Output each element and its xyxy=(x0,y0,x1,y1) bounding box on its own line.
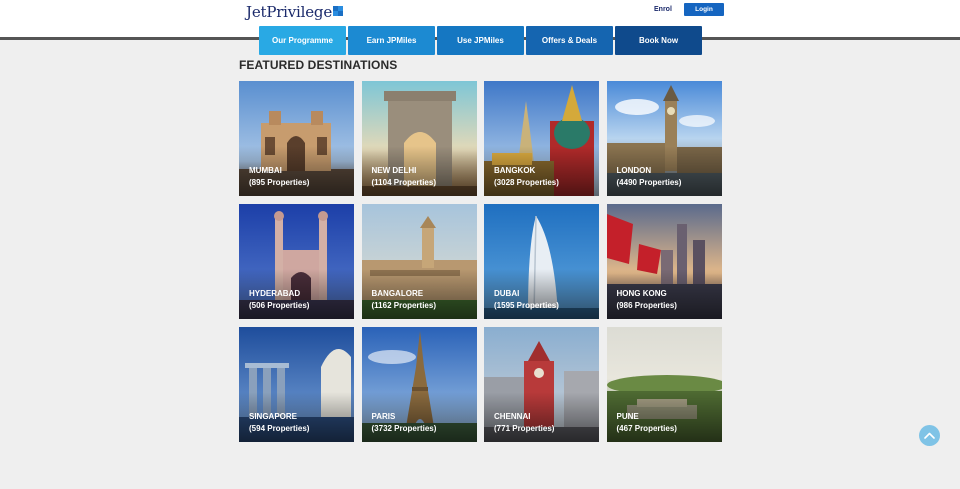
destination-city: PUNE xyxy=(616,412,639,421)
jetprivilege-logo-icon xyxy=(333,6,344,16)
destination-properties: (895 Properties) xyxy=(249,178,310,187)
destination-city: HONG KONG xyxy=(616,289,667,298)
destination-properties: (986 Properties) xyxy=(616,301,677,310)
login-button[interactable]: Login xyxy=(684,3,724,16)
destination-properties: (1104 Properties) xyxy=(371,178,436,187)
destinations-grid: MUMBAI (895 Properties) NEW DELHI (1104 … xyxy=(239,81,722,442)
destination-city: BANGALORE xyxy=(371,289,424,298)
main-nav: Our Programme Earn JPMiles Use JPMiles O… xyxy=(259,26,702,55)
nav-book-now[interactable]: Book Now xyxy=(615,26,702,55)
destination-tile-hong-kong[interactable]: HONG KONG (986 Properties) xyxy=(606,204,722,319)
destination-city: DUBAI xyxy=(494,289,520,298)
nav-our-programme[interactable]: Our Programme xyxy=(259,26,346,55)
destination-city: LONDON xyxy=(616,166,652,175)
logo-text: JetPrivilege xyxy=(246,3,333,21)
destination-city: CHENNAI xyxy=(494,412,531,421)
destination-properties: (467 Properties) xyxy=(616,424,677,433)
destination-properties: (3732 Properties) xyxy=(371,424,437,433)
destination-tile-paris[interactable]: PARIS (3732 Properties) xyxy=(361,327,477,442)
destination-tile-singapore[interactable]: SINGAPORE (594 Properties) xyxy=(239,327,354,442)
destination-tile-pune[interactable]: PUNE (467 Properties) xyxy=(606,327,722,442)
jetprivilege-logo[interactable]: JetPrivilege xyxy=(246,3,344,21)
destination-properties: (3028 Properties) xyxy=(494,178,559,187)
destination-tile-hyderabad[interactable]: HYDERABAD (506 Properties) xyxy=(239,204,354,319)
destination-tile-dubai[interactable]: DUBAI (1595 Properties) xyxy=(484,204,599,319)
destination-properties: (506 Properties) xyxy=(249,301,310,310)
destination-properties: (4490 Properties) xyxy=(616,178,682,187)
destination-tile-bangalore[interactable]: BANGALORE (1162 Properties) xyxy=(361,204,477,319)
scroll-to-top-button[interactable] xyxy=(919,425,940,446)
destination-city: NEW DELHI xyxy=(371,166,417,175)
destination-tile-mumbai[interactable]: MUMBAI (895 Properties) xyxy=(239,81,354,196)
chevron-up-icon xyxy=(924,432,935,439)
section-title: FEATURED DESTINATIONS xyxy=(239,58,398,72)
destination-tile-london[interactable]: LONDON (4490 Properties) xyxy=(606,81,722,196)
destination-properties: (1595 Properties) xyxy=(494,301,559,310)
destination-properties: (1162 Properties) xyxy=(371,301,436,310)
destination-properties: (771 Properties) xyxy=(494,424,555,433)
destination-tile-chennai[interactable]: CHENNAI (771 Properties) xyxy=(484,327,599,442)
destination-tile-new-delhi[interactable]: NEW DELHI (1104 Properties) xyxy=(361,81,477,196)
nav-offers-deals[interactable]: Offers & Deals xyxy=(526,26,613,55)
nav-use-jpmiles[interactable]: Use JPMiles xyxy=(437,26,524,55)
destination-city: MUMBAI xyxy=(249,166,282,175)
destination-city: SINGAPORE xyxy=(249,412,298,421)
destination-city: BANGKOK xyxy=(494,166,536,175)
destination-tile-bangkok[interactable]: BANGKOK (3028 Properties) xyxy=(484,81,599,196)
destination-city: PARIS xyxy=(371,412,396,421)
destination-city: HYDERABAD xyxy=(249,289,301,298)
nav-earn-jpmiles[interactable]: Earn JPMiles xyxy=(348,26,435,55)
enrol-link[interactable]: Enrol xyxy=(654,5,672,15)
destination-properties: (594 Properties) xyxy=(249,424,310,433)
